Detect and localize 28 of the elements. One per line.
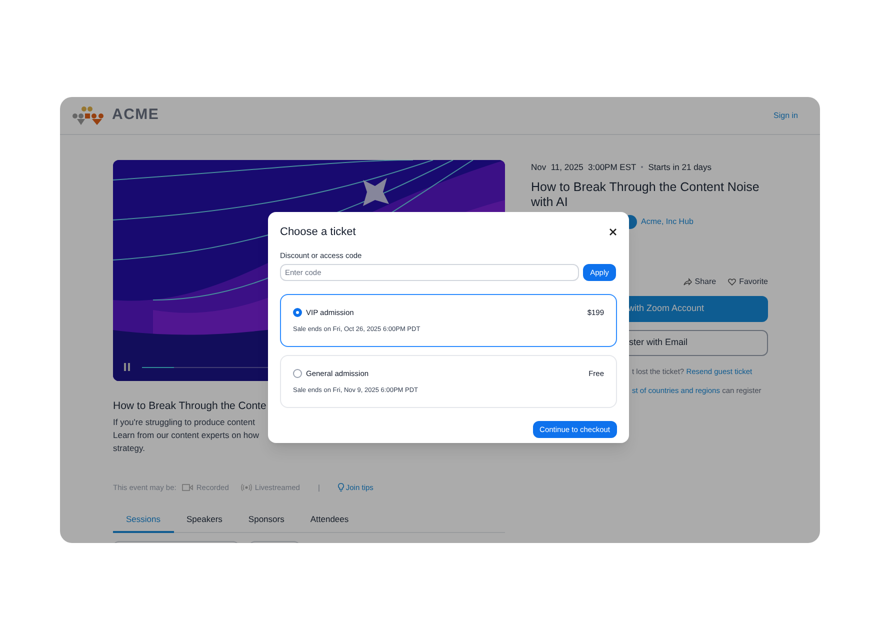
action-button[interactable]: Share (682, 276, 716, 288)
host-link[interactable]: Acme, Inc Hub (641, 216, 694, 228)
description-line: If you're struggling to produce content (113, 416, 256, 429)
lightbulb-icon (338, 483, 344, 492)
close-icon[interactable] (609, 228, 617, 236)
broadcast-icon (240, 484, 252, 492)
logo-icon (72, 106, 106, 126)
description-line: Learn from our content experts on how (113, 429, 260, 442)
tab[interactable]: Sessions (113, 513, 174, 533)
action-button[interactable]: Favorite (728, 276, 768, 288)
event-date: Nov 11, 2025 3:00PM EST (531, 161, 636, 174)
heart-icon (728, 278, 736, 286)
logo-text: ACME (112, 105, 160, 126)
video-camera-icon (182, 484, 194, 492)
dialog-title: Choose a ticket (280, 225, 356, 240)
pause-icon[interactable] (123, 363, 131, 371)
event-title: How to Break Through the Content Noise with AI (531, 180, 760, 210)
event-title: How to Break Through the Conte (113, 399, 268, 413)
dot-separator (641, 166, 644, 168)
share-icon (682, 278, 692, 286)
tab[interactable]: Attendees (297, 513, 362, 533)
tab[interactable]: Speakers (174, 513, 236, 533)
radio-button[interactable] (293, 368, 302, 378)
sign-in-link[interactable]: Sign in (774, 110, 798, 122)
description-line: strategy. (113, 442, 146, 455)
tab[interactable]: Sponsors (235, 513, 298, 533)
countdown-text: Starts in 21 days (648, 161, 712, 174)
radio-button[interactable] (293, 308, 302, 317)
